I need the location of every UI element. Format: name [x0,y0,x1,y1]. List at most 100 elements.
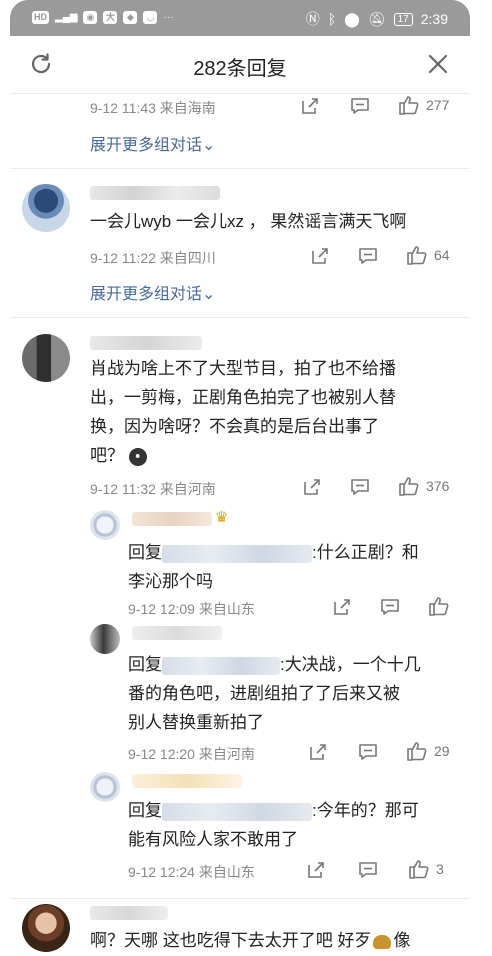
comment-button[interactable] [358,246,378,266]
thumbs-up-icon [407,742,427,761]
comment-line-text: 吧？ [90,446,124,465]
signal-icon: ▂▄▆ [55,12,78,23]
thumbs-up-icon [399,96,419,115]
status-right: Ⓝ ᛒ ⬤ 🔕︎ 17 2:39 [306,9,448,29]
like-button[interactable]: 376 [398,475,449,497]
nfc-icon: Ⓝ [305,11,320,27]
comment-meta: 9-12 11:22 来自四川 [90,250,216,266]
thumbs-up-icon [409,860,429,879]
reply-text: 回复 :大决战，一个十几 番的角色吧，进剧组拍了了后来又被 别人替换重新拍了 [128,650,421,737]
reply-prefix: 回复 [128,801,162,820]
username[interactable] [132,774,242,788]
share-button[interactable] [302,477,322,497]
sheet-header: 282条回复 [10,36,470,94]
reply-line: 回复:今年的？那可 [128,796,419,825]
share-icon [310,744,326,760]
expand-conversation-link[interactable]: 展开更多组对话⌄ [90,131,215,155]
mention-username[interactable] [162,802,312,821]
comment-icon [381,599,399,615]
comment-icon [359,744,377,760]
share-button[interactable] [308,742,328,762]
thumbs-up-icon [399,477,419,496]
pocket-app-icon: ◡ [143,11,158,24]
comment-icon [359,862,377,878]
reply-line: 别人替换重新拍了 [128,713,264,732]
comment-meta: 9-12 11:32 来自河南 [90,481,216,497]
like-button[interactable]: 64 [406,244,450,266]
reply-prefix: 回复 [128,655,162,674]
hd-badge: HD [32,11,49,24]
page-title: 282条回复 [193,58,287,80]
comment-button[interactable] [380,597,400,617]
avatar[interactable] [22,184,70,232]
sad-emoji-icon: ꔷ [128,447,147,466]
share-icon [304,479,320,495]
like-button[interactable]: 3 [408,858,444,880]
username[interactable] [132,512,212,526]
mention-username[interactable] [162,544,312,563]
close-icon[interactable] [426,52,450,76]
more-icon: ··· [163,12,174,23]
battery-icon: 17 [393,12,413,26]
share-button[interactable] [300,96,320,116]
share-icon [334,599,350,615]
thumbs-up-icon [429,597,449,616]
comment-button[interactable] [350,477,370,497]
share-icon [302,98,318,114]
reply-meta: 9-12 12:20 来自河南 [128,746,255,762]
username[interactable] [90,906,168,920]
avatar[interactable] [22,904,70,952]
share-button[interactable] [306,860,326,880]
like-count: 64 [434,247,450,263]
comment-icon [359,248,377,264]
bread-emoji-icon [373,934,392,949]
comment-meta: 9-12 11:43 来自海南 [90,100,216,116]
share-icon [312,248,328,264]
like-count: 3 [436,861,444,877]
like-button[interactable] [428,595,450,617]
avatar[interactable] [22,334,70,382]
status-bar: HD ▂▄▆ ◉ 大 ◆ ◡ ··· Ⓝ ᛒ ⬤ 🔕︎ 17 2:39 [10,0,470,36]
reply-line: 回复 :什么正剧？和 [128,538,419,567]
divider [10,317,470,318]
reply-line: 能有风险人家不敢用了 [128,830,298,849]
avatar[interactable] [90,624,120,654]
divider [10,168,470,169]
avatar[interactable] [90,772,120,802]
username[interactable] [90,186,220,200]
status-left: HD ▂▄▆ ◉ 大 ◆ ◡ ··· [32,11,173,24]
reply-line: 回复 :大决战，一个十几 [128,650,421,679]
bluetooth-icon: ᛒ [327,11,337,27]
expand-conversation-link[interactable]: 展开更多组对话⌄ [90,280,215,304]
comment-line: 肖战为啥上不了大型节目，拍了也不给播 [90,359,396,378]
comment-button[interactable] [358,742,378,762]
comment-button[interactable] [358,860,378,880]
comment-line: 出，一剪梅，正剧角色拍完了也被别人替 [90,388,396,407]
reply-text: 回复:今年的？那可 能有风险人家不敢用了 [128,796,419,854]
reply-line: 番的角色吧，进剧组拍了了后来又被 [128,684,400,703]
avatar[interactable] [90,510,120,540]
divider [10,898,470,899]
mention-username[interactable] [162,656,280,675]
reply-meta: 9-12 12:09 来自山东 [128,601,255,617]
comment-text: 一会儿wyb 一会儿xz ， 果然谣言满天飞啊 [90,212,407,231]
reply-text-tail: :大决战，一个十几 [280,655,421,674]
comment-line: 吧？ ꔷ [90,441,396,470]
like-button[interactable]: 29 [406,740,450,762]
username[interactable] [132,626,222,640]
clock: 2:39 [420,11,448,27]
share-button[interactable] [310,246,330,266]
like-count: 29 [434,743,450,759]
reply-sheet: 282条回复 9-12 11:43 来自海南 277 展开更多组对话⌄ 一会儿w… [10,36,470,956]
comment-text-tail: 像 [393,931,411,950]
mute-icon: 🔕︎ [367,10,386,27]
username[interactable] [90,336,202,350]
comment-button[interactable] [350,96,370,116]
crown-badge-icon: ♛ [215,509,229,526]
comment-text-body: 啊？天哪 这也吃得下去太开了吧 好歹 [90,931,372,950]
reply-text-tail: :什么正剧？和 [312,543,419,562]
share-button[interactable] [332,597,352,617]
shield-app-icon: ◆ [123,11,138,24]
like-button[interactable]: 277 [398,94,449,116]
reply-prefix: 回复 [128,543,162,562]
